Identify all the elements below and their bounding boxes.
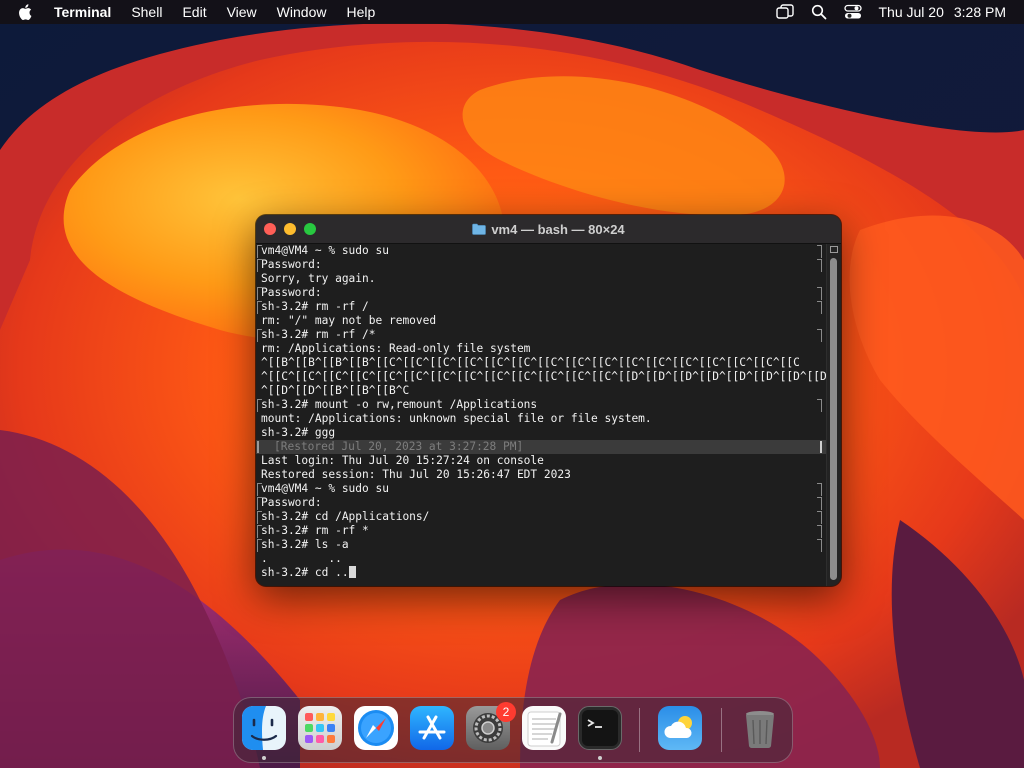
menu-view[interactable]: View [217,0,267,24]
minimize-button[interactable] [284,223,296,235]
menu-edit[interactable]: Edit [172,0,216,24]
menu-help[interactable]: Help [336,0,385,24]
terminal-line-text: Password: [261,286,322,299]
terminal-line: rm: /Applications: Read-only file system [256,342,826,356]
terminal-line: . .. [256,552,826,566]
terminal-line-text: sh-3.2# cd .. [261,566,349,579]
scrollbar[interactable] [826,244,841,586]
terminal-line-text: sh-3.2# rm -rf * [261,524,369,537]
spotlight-search-icon[interactable] [810,3,828,21]
terminal-line-text: sh-3.2# ggg [261,426,336,439]
marks-icon [830,246,838,253]
terminal-line-text: ^[[B^[[B^[[B^[[B^[[C^[[C^[[C^[[C^[[C^[[C… [261,356,800,369]
terminal-line-text: Password: [261,496,322,509]
terminal-line-text: sh-3.2# mount -o rw,remount /Application… [261,398,538,411]
apple-menu-icon[interactable] [18,3,36,21]
terminal-line: Password: [256,496,826,510]
terminal-line: Password: [256,286,826,300]
terminal-line-text: sh-3.2# rm -rf / [261,300,369,313]
window-title: vm4 — bash — 80×24 [491,221,625,237]
scrollbar-thumb[interactable] [830,258,837,580]
screen-mirroring-icon[interactable] [776,3,795,21]
terminal-line: ^[[C^[[C^[[C^[[C^[[C^[[C^[[C^[[C^[[C^[[C… [256,370,826,384]
terminal-line-text: mount: /Applications: unknown special fi… [261,412,652,425]
terminal-line: Sorry, try again. [256,272,826,286]
textedit-icon[interactable] [522,706,566,750]
finder-running-indicator [262,756,266,760]
terminal-window[interactable]: vm4 — bash — 80×24 vm4@VM4 ~ % sudo su Pa… [256,215,841,586]
terminal-line-text: vm4@VM4 ~ % sudo su [261,482,389,495]
close-button[interactable] [264,223,276,235]
terminal-line-text: ^[[C^[[C^[[C^[[C^[[C^[[C^[[C^[[C^[[C^[[C… [261,370,826,383]
terminal-line: sh-3.2# ggg [256,426,826,440]
terminal-line-text: sh-3.2# cd /Applications/ [261,510,430,523]
terminal-line: sh-3.2# cd .. [256,566,826,580]
terminal-line-text: ^[[D^[[D^[[B^[[B^[[B^C [261,384,410,397]
terminal-line: sh-3.2# rm -rf /* [256,328,826,342]
terminal-line: ^[[D^[[D^[[B^[[B^[[B^C [256,384,826,398]
terminal-line: sh-3.2# ls -a [256,538,826,552]
terminal-line: sh-3.2# rm -rf * [256,524,826,538]
menu-clock[interactable]: Thu Jul 20 3:28 PM [878,4,1006,20]
text-cursor [348,566,356,578]
finder-icon[interactable] [242,706,286,750]
terminal-running-indicator [598,756,602,760]
terminal-line-text: sh-3.2# ls -a [261,538,349,551]
window-title-area: vm4 — bash — 80×24 [256,215,841,243]
terminal-output[interactable]: vm4@VM4 ~ % sudo su Password: Sorry, try a… [256,244,826,586]
terminal-line: sh-3.2# rm -rf / [256,300,826,314]
terminal-line-text: Last login: Thu Jul 20 15:27:24 on conso… [261,454,544,467]
window-titlebar[interactable]: vm4 — bash — 80×24 [256,215,841,244]
terminal-line: ^[[B^[[B^[[B^[[B^[[C^[[C^[[C^[[C^[[C^[[C… [256,356,826,370]
terminal-line: Restored session: Thu Jul 20 15:26:47 ED… [256,468,826,482]
trash-icon[interactable] [738,706,782,750]
menu-bar: Terminal Shell Edit View Window Help Thu… [0,0,1024,24]
terminal-line-text: . .. [261,552,342,565]
menu-date: Thu Jul 20 [878,4,944,20]
terminal-line-text: sh-3.2# rm -rf /* [261,328,376,341]
terminal-line-text: rm: /Applications: Read-only file system [261,342,531,355]
folder-icon [472,223,487,235]
terminal-line-text: Password: [261,258,322,271]
terminal-line: mount: /Applications: unknown special fi… [256,412,826,426]
weather-icon[interactable] [658,706,702,750]
terminal-line: sh-3.2# cd /Applications/ [256,510,826,524]
menu-window[interactable]: Window [267,0,337,24]
dock-separator [721,708,722,752]
system-settings-icon[interactable]: 2 [466,702,516,750]
launchpad-icon[interactable] [298,706,342,750]
terminal-line-text: [Restored Jul 20, 2023 at 3:27:28 PM] [274,440,524,453]
terminal-line-text: vm4@VM4 ~ % sudo su [261,244,389,257]
terminal-line: Last login: Thu Jul 20 15:27:24 on conso… [256,454,826,468]
app-store-icon[interactable] [410,706,454,750]
safari-icon[interactable] [354,706,398,750]
dock: 2 [233,697,793,763]
control-center-icon[interactable] [844,3,863,21]
dock-separator [639,708,640,752]
terminal-line: vm4@VM4 ~ % sudo su [256,244,826,258]
menu-shell[interactable]: Shell [121,0,172,24]
menu-app-name[interactable]: Terminal [52,0,121,24]
zoom-button[interactable] [304,223,316,235]
terminal-line: vm4@VM4 ~ % sudo su [256,482,826,496]
menu-time: 3:28 PM [953,4,1006,20]
terminal-line-text: Restored session: Thu Jul 20 15:26:47 ED… [261,468,571,481]
terminal-line: sh-3.2# mount -o rw,remount /Application… [256,398,826,412]
terminal-line: rm: "/" may not be removed [256,314,826,328]
terminal-app-icon[interactable] [578,706,622,750]
notification-badge: 2 [496,702,516,722]
terminal-line: Password: [256,258,826,272]
terminal-line-text: Sorry, try again. [261,272,376,285]
terminal-line-text: rm: "/" may not be removed [261,314,437,327]
restored-session-banner: [Restored Jul 20, 2023 at 3:27:28 PM] [256,440,826,454]
